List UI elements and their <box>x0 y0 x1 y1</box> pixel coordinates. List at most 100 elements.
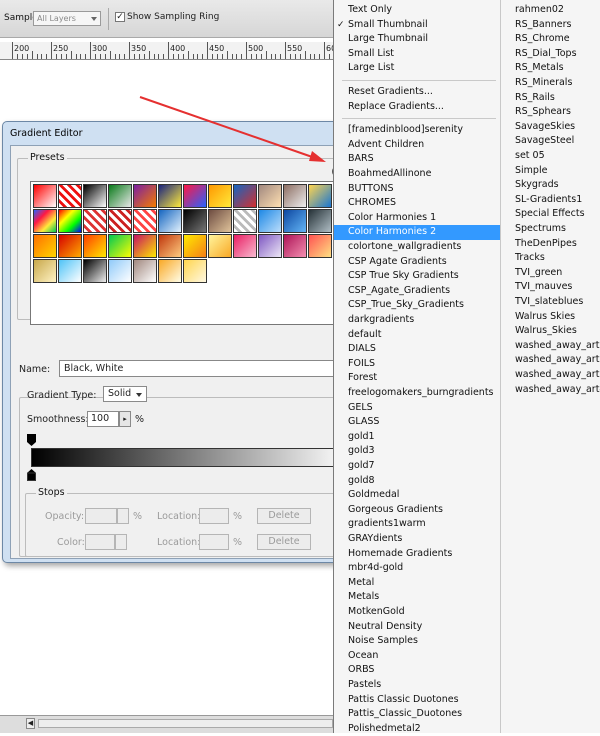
menu-item[interactable]: BARS <box>334 152 500 167</box>
menu-item[interactable]: ✓ Small Thumbnail <box>334 18 500 33</box>
menu-item[interactable]: darkgradients <box>334 313 500 328</box>
menu-item[interactable]: gold8 <box>334 474 500 489</box>
opacity-location-input[interactable] <box>199 508 229 524</box>
opacity-arrow-icon[interactable] <box>117 508 129 524</box>
menu-item[interactable]: Replace Gradients... <box>334 100 500 115</box>
menu-item[interactable]: Skygrads <box>501 178 600 193</box>
menu-item[interactable]: DIALS <box>334 342 500 357</box>
menu-item[interactable]: washed_away_art4 <box>501 383 600 398</box>
menu-item[interactable]: Special Effects <box>501 207 600 222</box>
gradient-type-select[interactable]: Solid <box>103 386 147 402</box>
gradient-swatch[interactable] <box>158 184 182 208</box>
menu-item[interactable]: set 05 <box>501 149 600 164</box>
menu-item[interactable]: Small List <box>334 47 500 62</box>
gradient-swatch[interactable] <box>183 209 207 233</box>
menu-item[interactable]: Color Harmonies 1 <box>334 211 500 226</box>
menu-item[interactable]: Pattis_Classic_Duotones <box>334 707 500 722</box>
menu-item[interactable]: colortone_wallgradients <box>334 240 500 255</box>
gradient-swatch[interactable] <box>308 184 332 208</box>
gradient-swatch[interactable] <box>183 234 207 258</box>
menu-item[interactable]: Spectrums <box>501 222 600 237</box>
gradient-swatch[interactable] <box>183 259 207 283</box>
menu-item[interactable]: RS_Chrome <box>501 32 600 47</box>
menu-item[interactable]: ORBS <box>334 663 500 678</box>
menu-item[interactable]: washed_away_art3 <box>501 368 600 383</box>
gradient-swatch[interactable] <box>258 184 282 208</box>
gradient-swatch[interactable] <box>283 209 307 233</box>
scroll-left-arrow-icon[interactable]: ◀ <box>26 718 35 729</box>
gradient-swatch[interactable] <box>208 234 232 258</box>
gradient-swatch[interactable] <box>308 209 332 233</box>
menu-item[interactable]: Polishedmetal2 <box>334 722 500 736</box>
gradient-swatch[interactable] <box>108 184 132 208</box>
menu-item[interactable]: CSP Agate Gradients <box>334 255 500 270</box>
menu-item[interactable]: RS_Minerals <box>501 76 600 91</box>
menu-item[interactable]: BoahmedAllinone <box>334 167 500 182</box>
color-location-input[interactable] <box>199 534 229 550</box>
gradient-swatch[interactable] <box>258 209 282 233</box>
opacity-stop-icon[interactable] <box>27 434 36 446</box>
gradient-swatch[interactable] <box>183 184 207 208</box>
menu-item[interactable]: CSP_Agate_Gradients <box>334 284 500 299</box>
menu-item[interactable]: Tracks <box>501 251 600 266</box>
menu-item[interactable]: Large Thumbnail <box>334 32 500 47</box>
menu-item[interactable]: gradients1warm <box>334 517 500 532</box>
delete-opacity-stop-button[interactable]: Delete <box>257 508 311 524</box>
smoothness-dropdown-arrow-icon[interactable]: ▸ <box>119 411 131 427</box>
menu-item[interactable]: SL-Gradients1 <box>501 193 600 208</box>
color-stop-icon[interactable] <box>27 469 36 481</box>
gradient-swatch[interactable] <box>58 184 82 208</box>
gradient-swatch[interactable] <box>33 184 57 208</box>
menu-item[interactable]: Pastels <box>334 678 500 693</box>
menu-item[interactable]: RS_Sphears <box>501 105 600 120</box>
gradient-swatch[interactable] <box>83 259 107 283</box>
show-sampling-ring-checkbox[interactable]: ✓ <box>115 12 125 22</box>
gradient-swatch[interactable] <box>33 209 57 233</box>
menu-item[interactable]: rahmen02 <box>501 3 600 18</box>
gradient-swatch[interactable] <box>108 209 132 233</box>
menu-item[interactable]: CHROMES <box>334 196 500 211</box>
menu-item[interactable]: Forest <box>334 371 500 386</box>
gradient-swatch[interactable] <box>208 184 232 208</box>
stop-color-swatch[interactable] <box>85 534 115 550</box>
gradient-swatch[interactable] <box>133 209 157 233</box>
menu-item[interactable]: Simple <box>501 164 600 179</box>
gradient-swatch[interactable] <box>283 184 307 208</box>
opacity-input[interactable] <box>85 508 117 524</box>
menu-item[interactable]: gold3 <box>334 444 500 459</box>
menu-item[interactable]: RS_Dial_Tops <box>501 47 600 62</box>
name-field[interactable]: Black, White <box>59 360 349 377</box>
menu-item[interactable]: default <box>334 328 500 343</box>
menu-item[interactable]: RS_Rails <box>501 91 600 106</box>
menu-item[interactable]: Metals <box>334 590 500 605</box>
menu-item[interactable]: Walrus Skies <box>501 310 600 325</box>
menu-item[interactable]: RS_Metals <box>501 61 600 76</box>
gradient-swatch[interactable] <box>58 209 82 233</box>
gradient-swatch[interactable] <box>133 259 157 283</box>
gradient-swatch[interactable] <box>58 234 82 258</box>
menu-item[interactable]: TVI_slateblues <box>501 295 600 310</box>
gradient-swatch[interactable] <box>83 234 107 258</box>
menu-item[interactable]: TheDenPipes <box>501 237 600 252</box>
menu-item[interactable]: GLASS <box>334 415 500 430</box>
gradient-swatch[interactable] <box>233 184 257 208</box>
menu-item[interactable]: gold1 <box>334 430 500 445</box>
gradient-swatch[interactable] <box>308 234 332 258</box>
gradient-swatch[interactable] <box>58 259 82 283</box>
menu-item[interactable]: CSP_True_Sky_Gradients <box>334 298 500 313</box>
menu-item[interactable]: SavageSteel <box>501 134 600 149</box>
menu-item[interactable]: gold7 <box>334 459 500 474</box>
delete-color-stop-button[interactable]: Delete <box>257 534 311 550</box>
menu-item[interactable]: SavageSkies <box>501 120 600 135</box>
menu-item[interactable]: Ocean <box>334 649 500 664</box>
gradient-swatch[interactable] <box>33 259 57 283</box>
gradient-swatch[interactable] <box>283 234 307 258</box>
menu-item[interactable]: CSP True Sky Gradients <box>334 269 500 284</box>
gradient-swatch[interactable] <box>108 259 132 283</box>
menu-item[interactable]: Text Only <box>334 3 500 18</box>
menu-item[interactable]: [framedinblood]serenity <box>334 123 500 138</box>
gradient-swatch[interactable] <box>158 234 182 258</box>
gradient-bar[interactable] <box>31 448 351 467</box>
menu-item[interactable]: TVI_mauves <box>501 280 600 295</box>
gradient-swatch[interactable] <box>108 234 132 258</box>
